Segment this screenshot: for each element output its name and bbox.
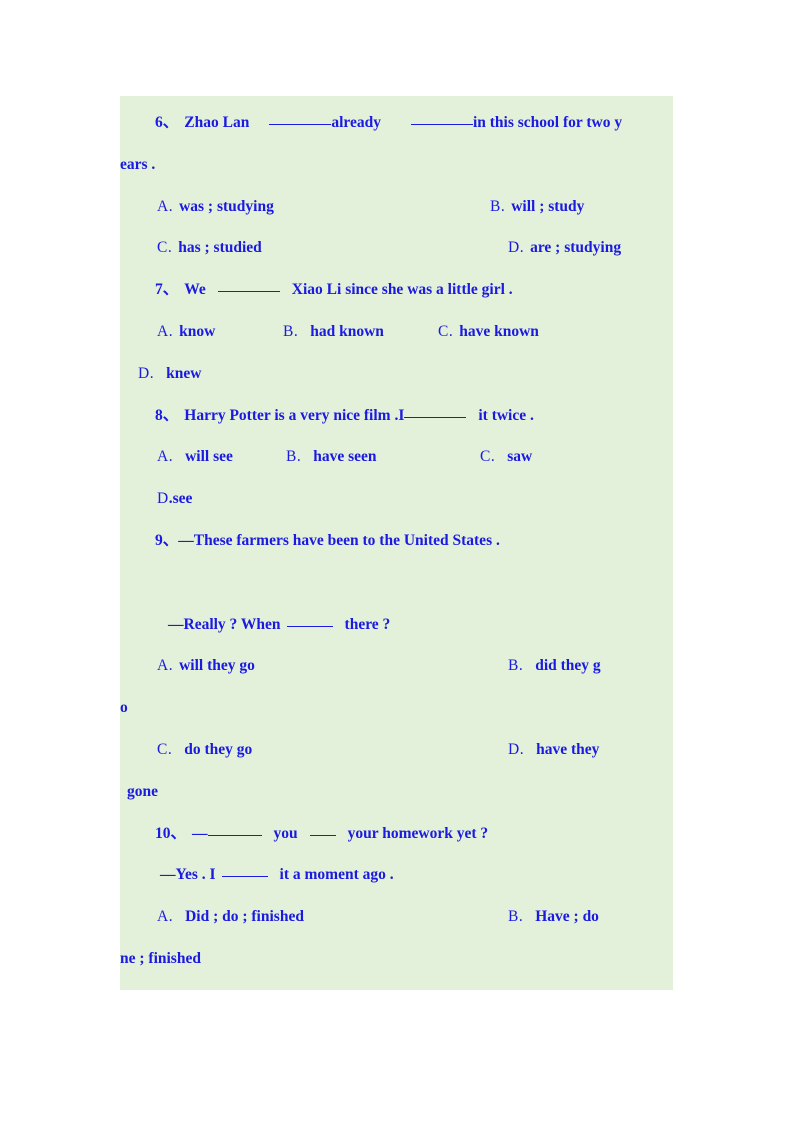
question-6-option-d: D. are ; studying xyxy=(508,227,621,269)
question-9-spacer-line xyxy=(120,562,673,604)
question-7-stem: 7、 We Xiao Li since she was a little girl … xyxy=(120,269,673,311)
question-10-option-b: B. Have ; do xyxy=(508,896,599,938)
question-7-option-c: C. have known xyxy=(438,311,539,353)
question-6-stem-part-1: Zhao Lan xyxy=(184,114,250,131)
question-10-blank-1 xyxy=(207,822,262,836)
question-8-option-d-label[interactable]: D xyxy=(157,490,169,507)
question-8-option-c: C. saw xyxy=(480,436,532,478)
question-7-option-a-text[interactable]: know xyxy=(179,323,215,340)
question-7-stem-part-1: We xyxy=(184,281,206,299)
question-6-option-a-label[interactable]: A. xyxy=(157,198,173,215)
question-9-options-row-2: C. do they go D. have they xyxy=(120,729,673,771)
question-9-option-b-wrap[interactable]: o xyxy=(120,699,128,716)
question-6-option-b-text[interactable]: will ; study xyxy=(511,198,584,215)
question-8-stem-part-2: it twice . xyxy=(478,406,534,424)
question-9-options-row-1: A. will they go B. did they g xyxy=(120,645,673,687)
question-9-option-c-text[interactable]: do they go xyxy=(184,741,252,758)
question-6-stem-line-1: 6、 Zhao Lan already in this school for two … xyxy=(120,102,673,144)
question-9-stem-line-1-text: —These farmers have been to the United S… xyxy=(178,531,500,549)
question-7-option-b-label[interactable]: B. xyxy=(283,323,298,340)
question-9-option-d: D. have they xyxy=(508,729,599,771)
question-8-option-a-text[interactable]: will see xyxy=(185,448,233,465)
question-8-option-b-text[interactable]: have seen xyxy=(313,448,376,465)
question-6-number: 6、 xyxy=(155,114,179,131)
question-10-stem-line-2: —Yes . I it a moment ago . xyxy=(120,854,673,896)
question-10-stem-line-2-part-1: —Yes . I xyxy=(160,866,216,884)
question-6-blank-2 xyxy=(410,111,473,125)
question-7-option-d-text[interactable]: knew xyxy=(166,365,201,382)
question-10-option-b-wrap-line: ne ; finished xyxy=(120,938,673,980)
question-9-stem-line-2: —Really ? When there ? xyxy=(120,604,673,646)
question-9-stem-line-1: 9、—These farmers have been to the United… xyxy=(120,520,673,562)
question-10-blank-2 xyxy=(309,822,336,836)
question-9-option-a-text[interactable]: will they go xyxy=(179,657,255,674)
question-8-blank xyxy=(404,404,467,418)
question-8-stem: 8、 Harry Potter is a very nice film .I it … xyxy=(120,395,673,437)
question-6-stem-line-2: ears . xyxy=(120,144,673,186)
question-6-option-a-text[interactable]: was ; studying xyxy=(179,198,274,215)
question-10-stem-part-2: your homework yet ? xyxy=(347,824,489,842)
question-9-option-d-text[interactable]: have they xyxy=(536,741,599,758)
question-7-option-c-label[interactable]: C. xyxy=(438,323,453,340)
question-8-number: 8、 xyxy=(155,406,179,424)
question-7-blank xyxy=(217,278,280,293)
question-10-blank-3 xyxy=(221,863,268,878)
question-6-option-c-label[interactable]: C. xyxy=(157,239,172,256)
question-7-option-b: B. had known xyxy=(283,311,384,353)
question-6-options-row-2: C. has ; studied D. are ; studying xyxy=(120,227,673,269)
question-6-option-d-label[interactable]: D. xyxy=(508,239,524,256)
question-6-option-b: B. will ; study xyxy=(490,186,584,228)
question-9-option-b-wrap-line: o xyxy=(120,687,673,729)
question-9-option-d-label[interactable]: D. xyxy=(508,741,524,758)
question-8-option-b-label[interactable]: B. xyxy=(286,448,301,465)
question-6-options-row-1: A. was ; studying B. will ; study xyxy=(120,186,673,228)
question-6-option-b-label[interactable]: B. xyxy=(490,198,505,215)
worksheet-content-block: 6、 Zhao Lan already in this school for two … xyxy=(120,96,673,990)
question-9-option-b-text[interactable]: did they g xyxy=(535,657,600,674)
question-10-stem-line-1: 10、 — you your homework yet ? xyxy=(120,813,673,855)
question-8-option-b: B. have seen xyxy=(286,436,377,478)
question-9-stem-line-2-part-2: there ? xyxy=(344,615,391,633)
question-8-options-row-1: A. will see B. have seen C. saw xyxy=(120,436,673,478)
question-6-option-d-text[interactable]: are ; studying xyxy=(530,239,621,256)
question-9-blank xyxy=(286,613,333,627)
question-9-option-c-label[interactable]: C. xyxy=(157,741,172,758)
question-10-option-b-text[interactable]: Have ; do xyxy=(535,908,599,925)
question-10-option-b-label[interactable]: B. xyxy=(508,908,523,925)
question-7-number: 7、 xyxy=(155,281,179,299)
question-6-stem-part-3: in this school for two y xyxy=(472,114,623,131)
question-9-number: 9、 xyxy=(155,531,179,549)
question-8-option-c-text[interactable]: saw xyxy=(507,448,532,465)
question-10-option-a-label[interactable]: A. xyxy=(157,908,173,925)
question-7-option-b-text[interactable]: had known xyxy=(310,323,384,340)
question-7-options-row-1: A. know B. had known C. have known xyxy=(120,311,673,353)
question-10-options-row-1: A. Did ; do ; finished B. Have ; do xyxy=(120,896,673,938)
question-10-option-b-wrap[interactable]: ne ; finished xyxy=(120,950,201,967)
question-7-options-row-2: D. knew xyxy=(120,353,673,395)
question-10-stem-line-2-part-2: it a moment ago . xyxy=(279,866,394,884)
question-7-option-d-label[interactable]: D. xyxy=(138,365,154,382)
question-9-stem-line-2-part-1: —Really ? When xyxy=(168,615,281,633)
question-6-stem-wrap: ears . xyxy=(120,155,156,173)
question-9-option-a-label[interactable]: A. xyxy=(157,657,173,674)
question-8-option-d-text[interactable]: .see xyxy=(169,490,193,507)
question-7-option-c-text[interactable]: have known xyxy=(459,323,539,340)
question-6-blank-1 xyxy=(269,111,332,125)
question-6-option-c-text[interactable]: has ; studied xyxy=(178,239,262,256)
question-8-options-row-2: D.see xyxy=(120,478,673,520)
question-8-option-a-label[interactable]: A. xyxy=(157,448,173,465)
question-9-option-b-label[interactable]: B. xyxy=(508,657,523,674)
question-7-stem-part-2: Xiao Li since she was a little girl . xyxy=(291,281,513,299)
question-10-dash: — xyxy=(192,824,208,842)
question-10-option-a-text[interactable]: Did ; do ; finished xyxy=(185,908,304,925)
question-7-option-a-label[interactable]: A. xyxy=(157,323,173,340)
question-10-stem-part-1: you xyxy=(273,824,298,842)
question-9-option-b: B. did they g xyxy=(508,645,601,687)
question-10-number: 10、 xyxy=(155,824,187,842)
question-8-option-c-label[interactable]: C. xyxy=(480,448,495,465)
question-9-option-d-wrap-line: gone xyxy=(120,771,673,813)
question-9-option-d-wrap[interactable]: gone xyxy=(127,783,158,800)
question-6-stem-part-2: already xyxy=(331,114,381,131)
question-8-stem-part-1: Harry Potter is a very nice film .I xyxy=(184,406,405,424)
